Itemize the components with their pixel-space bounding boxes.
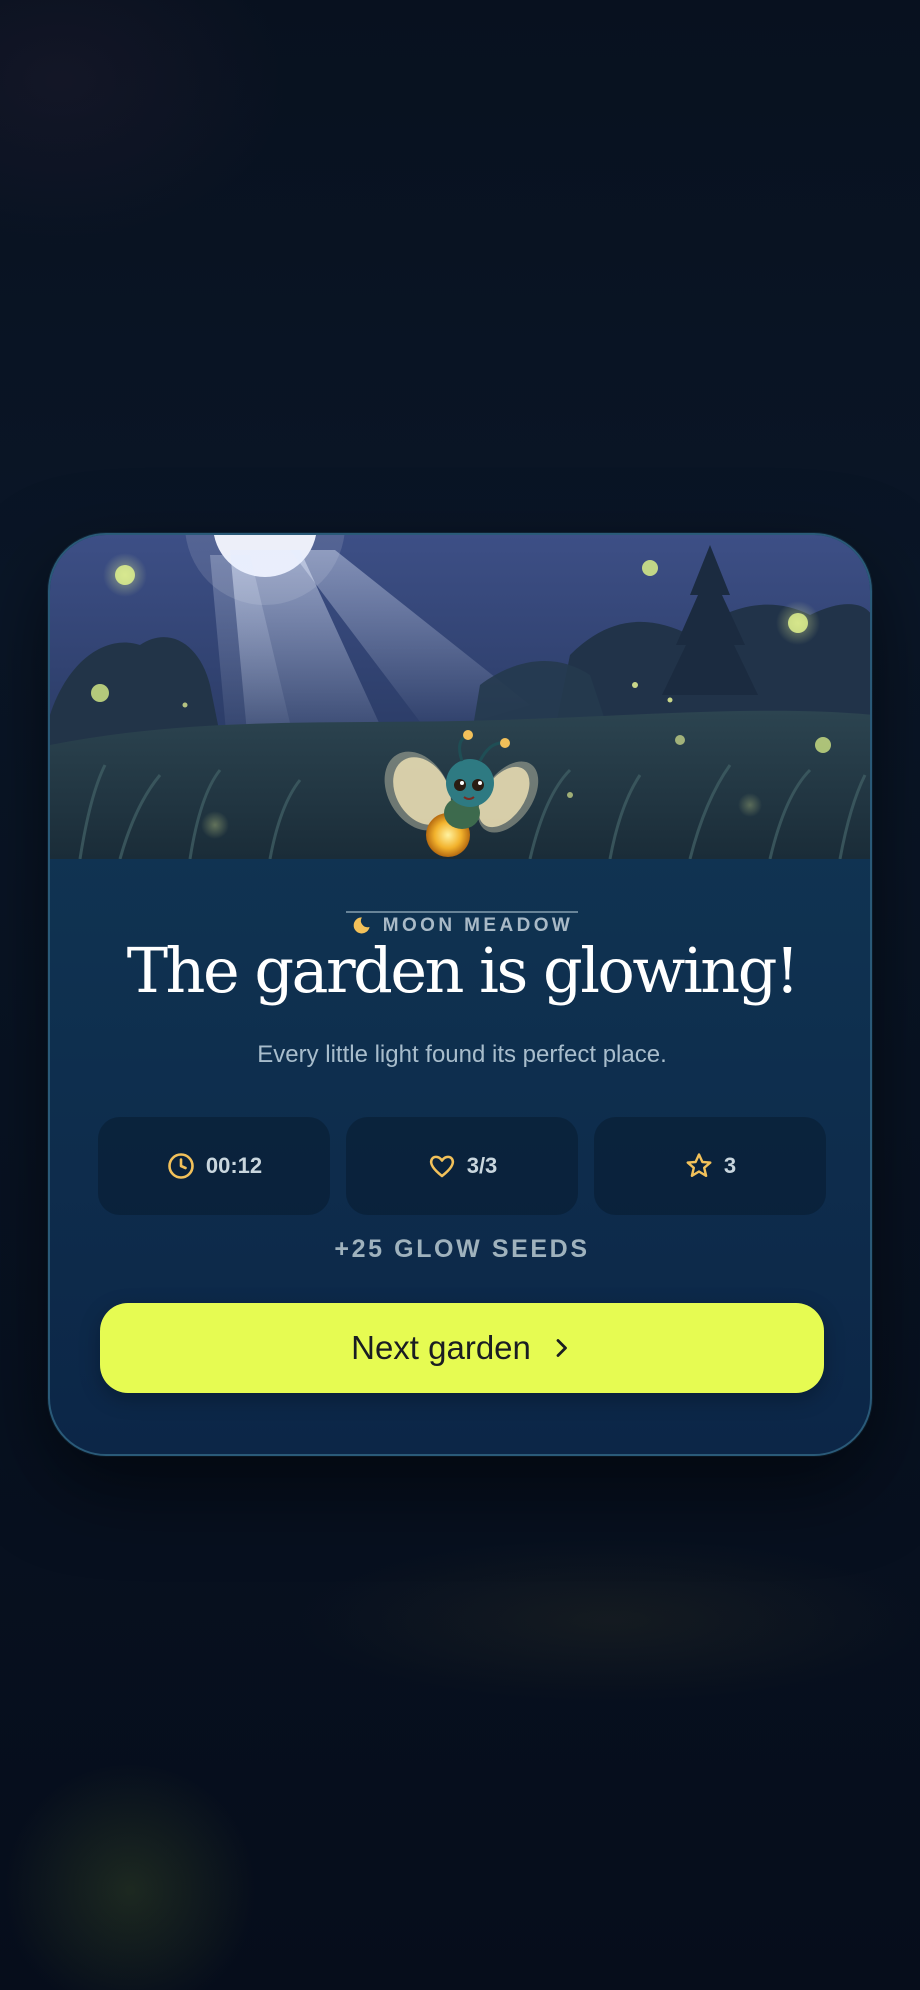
- clock-icon: [168, 1153, 194, 1179]
- heart-icon: [429, 1155, 454, 1178]
- divider: [346, 911, 578, 913]
- time-stat: 00:12: [98, 1117, 330, 1215]
- subtitle: Every little light found its perfect pla…: [257, 1041, 667, 1068]
- next-garden-button[interactable]: Next garden: [100, 1303, 824, 1393]
- next-garden-label: Next garden: [351, 1329, 531, 1366]
- time-value: 00:12: [205, 1153, 263, 1178]
- level-complete-card: MOON MEADOW The garden is glowing! Every…: [48, 533, 872, 1456]
- game-screen: MOON MEADOW The garden is glowing! Every…: [0, 0, 920, 1990]
- level-label: MOON MEADOW: [50, 883, 870, 936]
- stars-value: 3: [723, 1153, 737, 1178]
- lives-stat: 3/3: [346, 1117, 578, 1215]
- star-icon: [686, 1153, 712, 1177]
- page-title: The garden is glowing!: [126, 934, 800, 1007]
- result-panel: MOON MEADOW The garden is glowing! Every…: [50, 859, 870, 1454]
- lives-value: 3/3: [466, 1153, 498, 1178]
- stats-row: 00:12 3/3 3: [98, 1117, 826, 1215]
- reward-label: +25 GLOW SEEDS: [334, 1235, 590, 1263]
- stars-stat: 3: [594, 1117, 826, 1215]
- chevron-right-icon: [556, 1339, 567, 1357]
- meadow-illustration: [50, 535, 870, 859]
